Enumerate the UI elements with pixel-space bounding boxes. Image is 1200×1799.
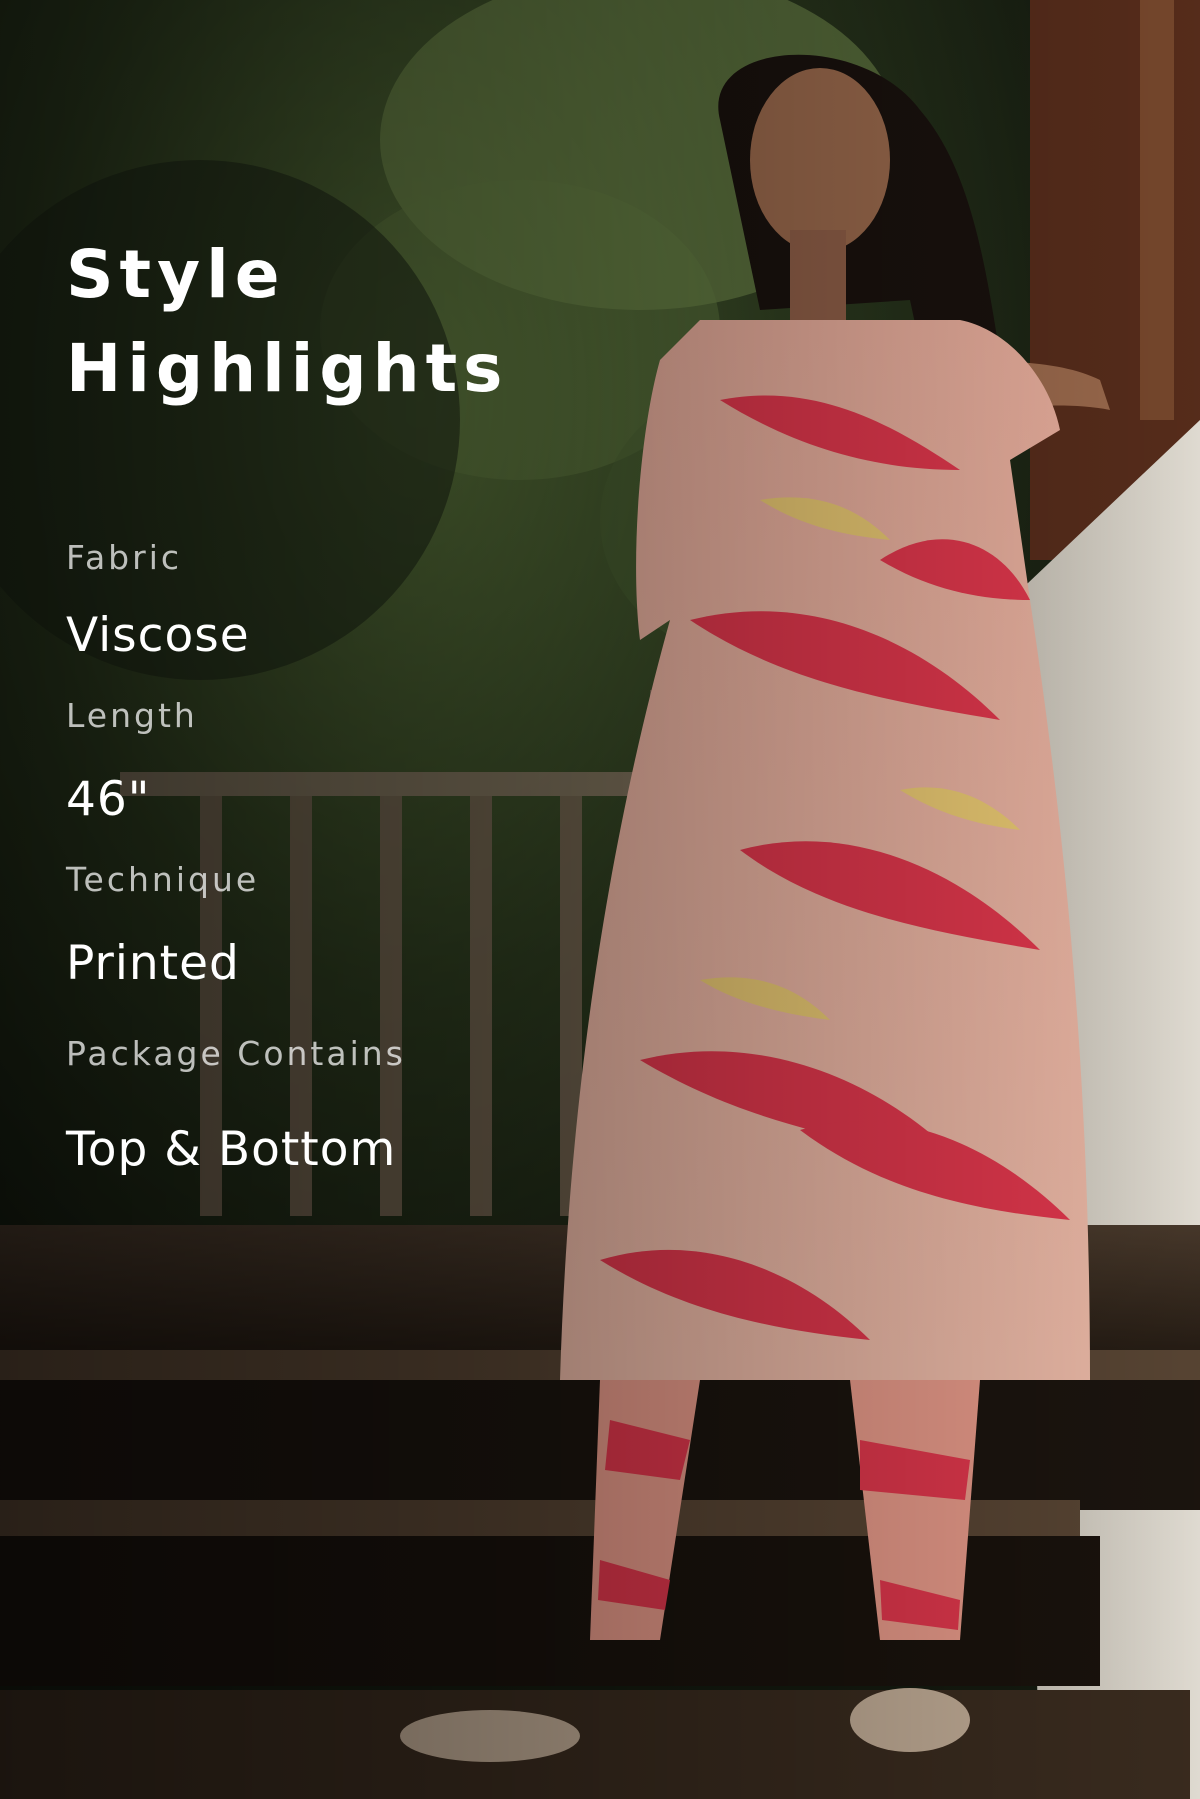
- spec-label: Technique: [66, 860, 260, 899]
- spec-technique: Technique Printed: [66, 860, 626, 992]
- spec-label: Package Contains: [66, 1034, 406, 1073]
- spec-value: 46": [66, 772, 151, 827]
- spec-label: Fabric: [66, 538, 183, 577]
- heading-line-2: Highlights: [66, 330, 509, 407]
- spec-package-contains: Package Contains Top & Bottom: [66, 1034, 626, 1178]
- style-highlights-heading: Style Highlights: [66, 228, 626, 416]
- heading-line-1: Style: [66, 236, 286, 313]
- spec-length: Length 46": [66, 696, 626, 828]
- style-highlights-panel: Style Highlights Fabric Viscose Length 4…: [66, 228, 626, 1178]
- spec-fabric: Fabric Viscose: [66, 538, 626, 664]
- spec-value: Viscose: [66, 608, 250, 663]
- spec-value: Top & Bottom: [66, 1122, 397, 1177]
- spec-label: Length: [66, 696, 198, 735]
- spec-value: Printed: [66, 936, 240, 991]
- product-highlight-card: Style Highlights Fabric Viscose Length 4…: [0, 0, 1200, 1799]
